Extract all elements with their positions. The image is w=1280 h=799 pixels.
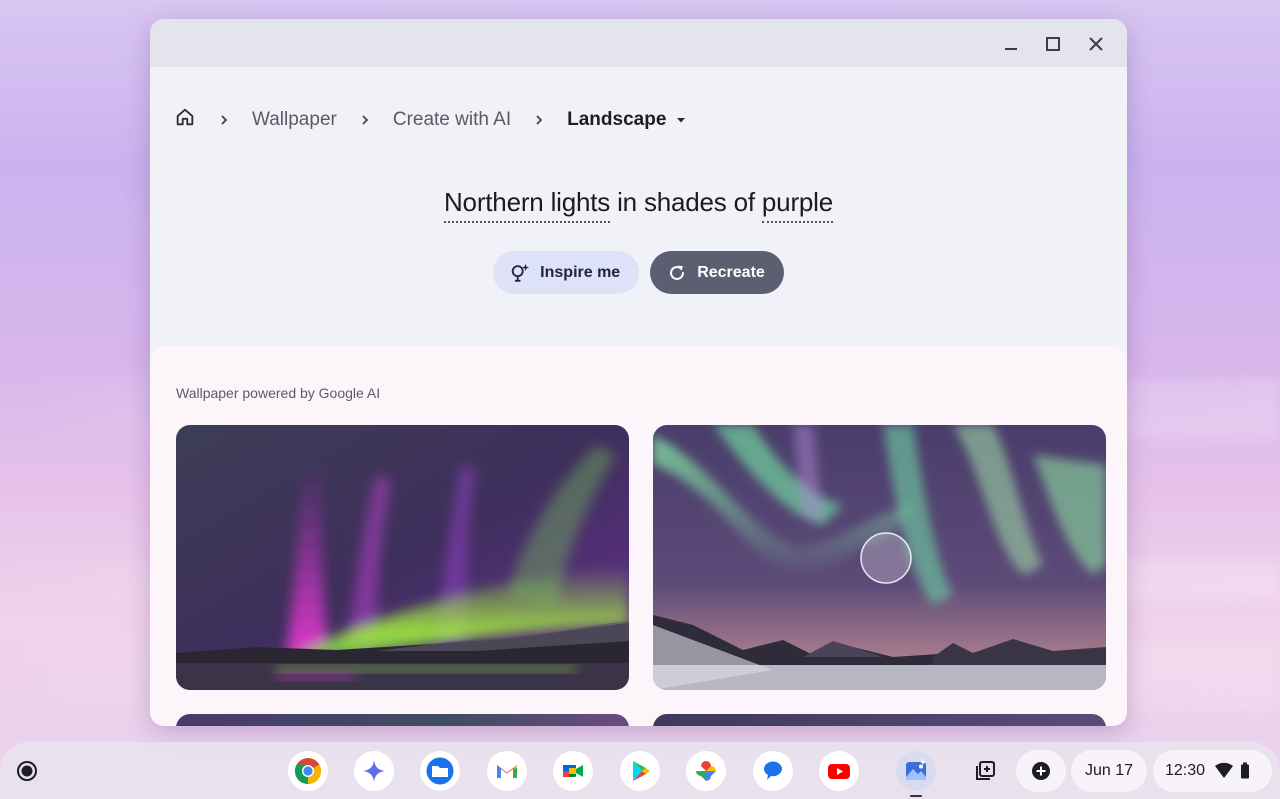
breadcrumb-wallpaper[interactable]: Wallpaper <box>252 109 337 131</box>
wallpaper-app[interactable] <box>896 751 936 791</box>
inspire-me-button[interactable]: Inspire me <box>493 251 640 294</box>
home-icon <box>176 108 194 126</box>
wallpaper-thumbnail[interactable] <box>653 714 1106 726</box>
aurora-image <box>653 425 1106 690</box>
photos-app[interactable] <box>686 751 726 791</box>
youtube-icon <box>828 764 850 779</box>
files-app[interactable] <box>420 751 460 791</box>
close-button[interactable] <box>1083 31 1109 57</box>
prompt-connector: in shades of <box>610 187 762 217</box>
launcher-button[interactable] <box>6 750 48 792</box>
quick-insert-button[interactable] <box>1016 750 1066 792</box>
lightbulb-sparkle-icon <box>511 263 530 282</box>
meet-app[interactable] <box>553 751 593 791</box>
recreate-label: Recreate <box>697 263 765 281</box>
breadcrumb-current-label: Landscape <box>567 109 667 130</box>
meet-icon <box>563 765 583 777</box>
wallpaper-thumbnail[interactable] <box>176 714 629 726</box>
recreate-button[interactable]: Recreate <box>650 251 784 294</box>
prompt-text: Northern lights in shades of purple <box>150 187 1127 223</box>
messages-app[interactable] <box>753 751 793 791</box>
messages-icon <box>764 761 782 780</box>
breadcrumb-landscape-dropdown[interactable]: Landscape <box>567 109 686 131</box>
gemini-app[interactable] <box>354 751 394 791</box>
chrome-app[interactable] <box>288 751 328 791</box>
results-panel: Wallpaper powered by Google AI <box>150 346 1127 726</box>
wallpaper-thumbnail[interactable] <box>653 425 1106 690</box>
refresh-icon <box>670 265 685 280</box>
gemini-icon <box>363 760 385 782</box>
breadcrumb-create-with-ai[interactable]: Create with AI <box>393 109 511 131</box>
wallpaper-app-window: Wallpaper Create with AI Landscape North… <box>150 19 1127 726</box>
play-store-icon <box>633 761 650 781</box>
wallpaper-thumbnail[interactable] <box>176 425 629 690</box>
holding-space-icon <box>976 761 995 780</box>
youtube-app[interactable] <box>819 751 859 791</box>
wallpaper-app-icon <box>906 759 926 780</box>
prompt-subject-chip[interactable]: Northern lights <box>443 187 610 223</box>
launcher-icon <box>17 761 37 781</box>
chrome-icon <box>294 758 322 785</box>
battery-icon <box>1241 762 1250 779</box>
breadcrumb-home[interactable] <box>174 106 196 134</box>
add-icon <box>1032 762 1050 780</box>
files-icon <box>426 757 454 785</box>
prompt-actions: Inspire me Recreate <box>150 251 1127 294</box>
prompt-color-chip[interactable]: purple <box>761 187 833 223</box>
shelf: Jun 17 12:30 <box>0 742 1280 799</box>
maximize-button[interactable] <box>1040 31 1066 57</box>
active-app-indicator <box>910 795 922 797</box>
breadcrumb: Wallpaper Create with AI Landscape <box>174 105 686 135</box>
holding-space-button[interactable] <box>964 750 1006 792</box>
chevron-right-icon <box>359 114 371 126</box>
play-store-app[interactable] <box>620 751 660 791</box>
maximize-icon <box>1046 37 1060 51</box>
minimize-button[interactable] <box>998 31 1024 57</box>
date-tray[interactable]: Jun 17 <box>1071 750 1147 792</box>
wifi-icon <box>1215 762 1234 778</box>
gmail-icon <box>497 765 517 778</box>
minimize-icon <box>1005 48 1017 50</box>
caret-down-icon <box>677 118 686 123</box>
results-label: Wallpaper powered by Google AI <box>176 385 381 401</box>
photos-icon <box>696 761 716 781</box>
time-label: 12:30 <box>1165 762 1206 779</box>
inspire-me-label: Inspire me <box>540 263 621 281</box>
gmail-app[interactable] <box>487 751 527 791</box>
date-label: Jun 17 <box>1084 762 1134 779</box>
status-tray[interactable]: 12:30 <box>1153 750 1272 792</box>
aurora-image <box>176 425 629 690</box>
chevron-right-icon <box>533 114 545 126</box>
close-icon <box>1089 37 1103 51</box>
title-bar[interactable] <box>150 19 1127 67</box>
chevron-right-icon <box>218 114 230 126</box>
